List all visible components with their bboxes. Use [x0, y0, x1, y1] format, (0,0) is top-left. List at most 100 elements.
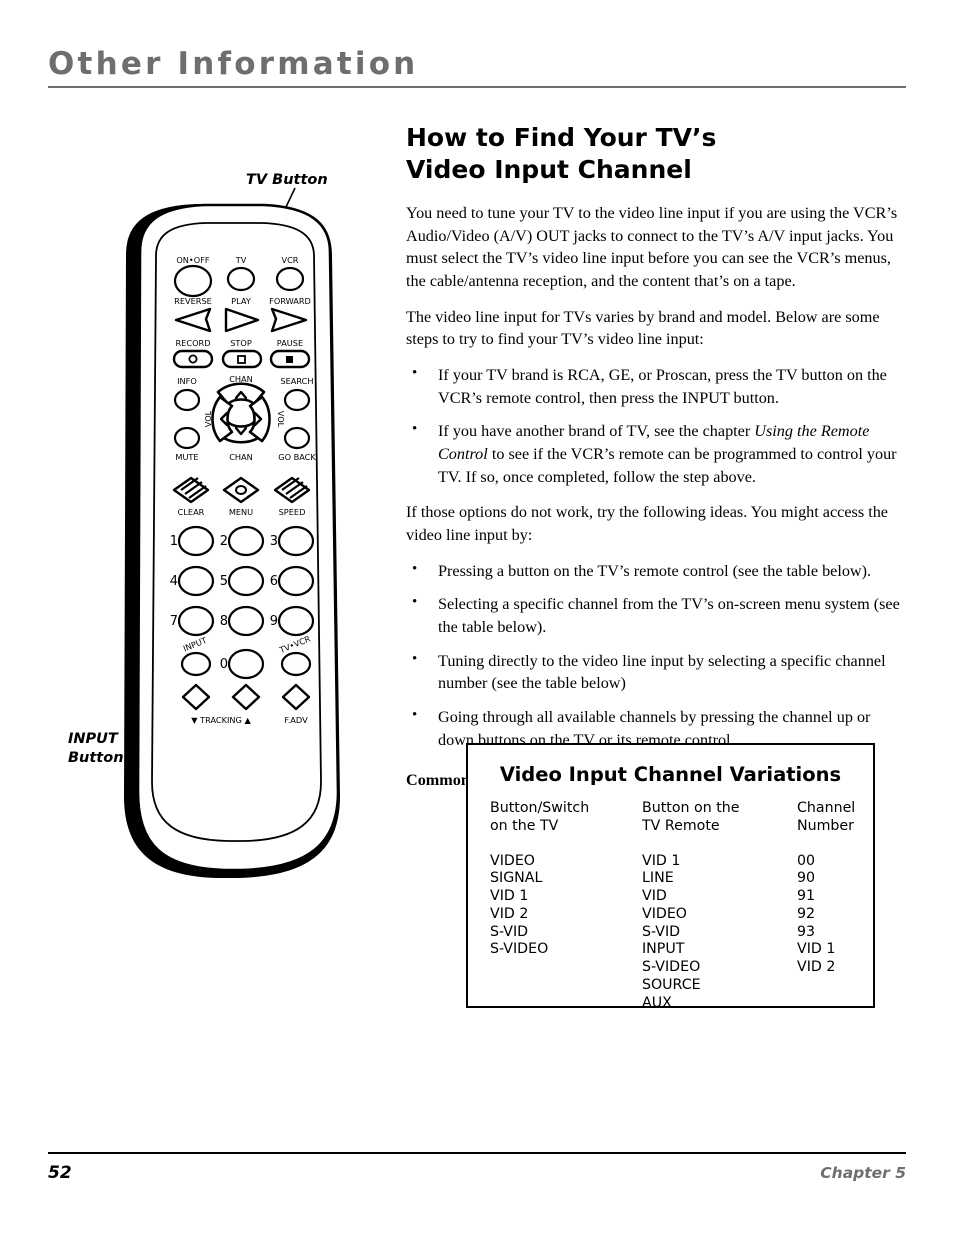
- cell-remote: S-VIDEO: [642, 959, 701, 975]
- label-tv: TV: [235, 255, 247, 265]
- column-header-tv-line1: Button/Switch: [490, 800, 590, 816]
- table-header-row-2: on the TV TV Remote Number: [490, 817, 854, 836]
- cell-tv: VIDEO: [490, 852, 535, 869]
- button-tv[interactable]: [226, 266, 256, 292]
- label-num-9: 9: [270, 614, 278, 629]
- paragraph-3: If those options do not work, try the fo…: [406, 503, 888, 545]
- cell-tv: S-VIDEO: [490, 941, 549, 958]
- table-header-block: Button/Switch Button on the Channel on t…: [490, 800, 855, 836]
- column-header-remote-line2: TV Remote: [642, 817, 720, 834]
- list-item: • If you have another brand of TV, see t…: [406, 420, 906, 488]
- table-row: S-VID S-VID 93: [490, 924, 851, 942]
- footer-row: 52 Chapter 5: [48, 1163, 906, 1183]
- label-info: INFO: [177, 376, 197, 386]
- label-num-4: 4: [170, 574, 178, 589]
- table-grid: Button/Switch Button on the Channel on t…: [468, 800, 873, 1012]
- button-num-7[interactable]: [177, 605, 215, 637]
- bullet-glyph: •: [412, 560, 418, 577]
- label-num-3: 3: [270, 534, 278, 549]
- cell-remote: LINE: [642, 870, 674, 887]
- button-num-9[interactable]: [277, 605, 315, 637]
- remote-diagram-svg: ON•OFF TV VCR REVERSE PLAY FORWARD RECOR…: [124, 187, 340, 878]
- button-num-4[interactable]: [177, 565, 215, 597]
- bullet-glyph: •: [412, 594, 418, 611]
- list-item: • Pressing a button on the TV’s remote c…: [406, 560, 906, 583]
- label-reverse: REVERSE: [174, 296, 212, 306]
- label-chan-down: CHAN: [229, 452, 253, 462]
- button-mute[interactable]: [173, 426, 201, 450]
- button-num-1[interactable]: [177, 525, 215, 557]
- table-row: AUX: [490, 995, 851, 1013]
- label-stop: STOP: [230, 338, 252, 348]
- button-num-2[interactable]: [227, 525, 265, 557]
- button-on-off[interactable]: [173, 264, 213, 298]
- label-play: PLAY: [231, 296, 252, 306]
- button-input[interactable]: [180, 651, 212, 677]
- column-header-channel-line1: Channel: [797, 800, 856, 816]
- bullet-glyph: •: [412, 421, 418, 438]
- footer-divider: [48, 1152, 906, 1154]
- record-dot-icon: [188, 354, 198, 364]
- column-header-tv-line2: on the TV: [490, 817, 559, 834]
- cell-remote: VID 1: [642, 852, 681, 869]
- cell-channel: 00: [797, 852, 816, 869]
- table-row: SOURCE: [490, 977, 851, 995]
- label-num-6: 6: [270, 574, 278, 589]
- button-go-back[interactable]: [283, 426, 311, 450]
- list-item: • Selecting a specific channel from the …: [406, 593, 906, 638]
- cell-remote: SOURCE: [642, 976, 701, 993]
- cell-tv: [490, 977, 642, 995]
- label-clear: CLEAR: [178, 507, 205, 517]
- label-vcr: VCR: [281, 255, 298, 265]
- button-vcr[interactable]: [275, 266, 305, 292]
- cell-channel: VID 2: [797, 959, 836, 975]
- button-num-8[interactable]: [227, 605, 265, 637]
- button-info[interactable]: [173, 388, 201, 412]
- cell-tv: [490, 959, 642, 977]
- list-item-text: Tuning directly to the video line input …: [438, 651, 886, 693]
- remote-control-illustration: TV Button INPUT Button ON•OFF TV VCR REV…: [48, 160, 378, 900]
- page-number: 52: [48, 1163, 72, 1183]
- label-f-adv: F.ADV: [284, 715, 308, 725]
- column-header-channel-line2: Number: [797, 817, 854, 834]
- label-vol-left: VOL: [203, 410, 213, 427]
- cell-channel: 92: [797, 905, 816, 922]
- list-item-text: Selecting a specific channel from the TV…: [438, 595, 900, 637]
- button-num-3[interactable]: [277, 525, 315, 557]
- label-go-back: GO BACK: [278, 452, 316, 462]
- table-row: S-VIDEO VID 2: [490, 959, 851, 977]
- cell-channel: [797, 977, 851, 995]
- video-input-table-box: Video Input Channel Variations Button/Sw…: [466, 743, 875, 1011]
- label-menu: MENU: [229, 507, 253, 517]
- button-num-0[interactable]: [227, 648, 265, 680]
- button-num-5[interactable]: [227, 565, 265, 597]
- cell-channel: 91: [797, 888, 816, 904]
- bullet-list-2: • Pressing a button on the TV’s remote c…: [406, 560, 906, 752]
- list-item-text: Pressing a button on the TV’s remote con…: [438, 561, 872, 580]
- list-item-text-part2: to see if the VCR’s remote can be progra…: [438, 445, 897, 486]
- paragraph-2: The video line input for TVs varies by b…: [406, 307, 880, 349]
- pause-bars-icon: [286, 356, 293, 363]
- button-tv-vcr[interactable]: [280, 651, 312, 677]
- cell-tv: VID 2: [490, 905, 529, 922]
- list-item: • Tuning directly to the video line inpu…: [406, 650, 906, 695]
- column-header-remote-line1: Button on the: [642, 800, 740, 816]
- label-pause: PAUSE: [277, 338, 303, 348]
- button-search[interactable]: [283, 388, 311, 412]
- label-tracking: ▼ TRACKING ▲: [191, 715, 251, 725]
- cell-channel: 93: [797, 923, 816, 940]
- table-row: S-VIDEO INPUT VID 1: [490, 941, 851, 959]
- label-num-8: 8: [220, 614, 228, 629]
- cell-remote: INPUT: [642, 941, 685, 958]
- table-row: SIGNAL LINE 90: [490, 870, 851, 888]
- label-record: RECORD: [175, 338, 210, 348]
- table-row: VID 2 VIDEO 92: [490, 906, 851, 924]
- label-search: SEARCH: [280, 376, 313, 386]
- table-title: Video Input Channel Variations: [499, 763, 842, 786]
- cell-remote: AUX: [642, 994, 672, 1011]
- article-title: How to Find Your TV’s Video Input Channe…: [406, 122, 906, 186]
- cell-remote: VID: [642, 888, 667, 904]
- list-item-text-part1: If you have another brand of TV, see the…: [438, 422, 755, 441]
- table-row: VIDEO VID 1 00: [490, 853, 851, 871]
- button-num-6[interactable]: [277, 565, 315, 597]
